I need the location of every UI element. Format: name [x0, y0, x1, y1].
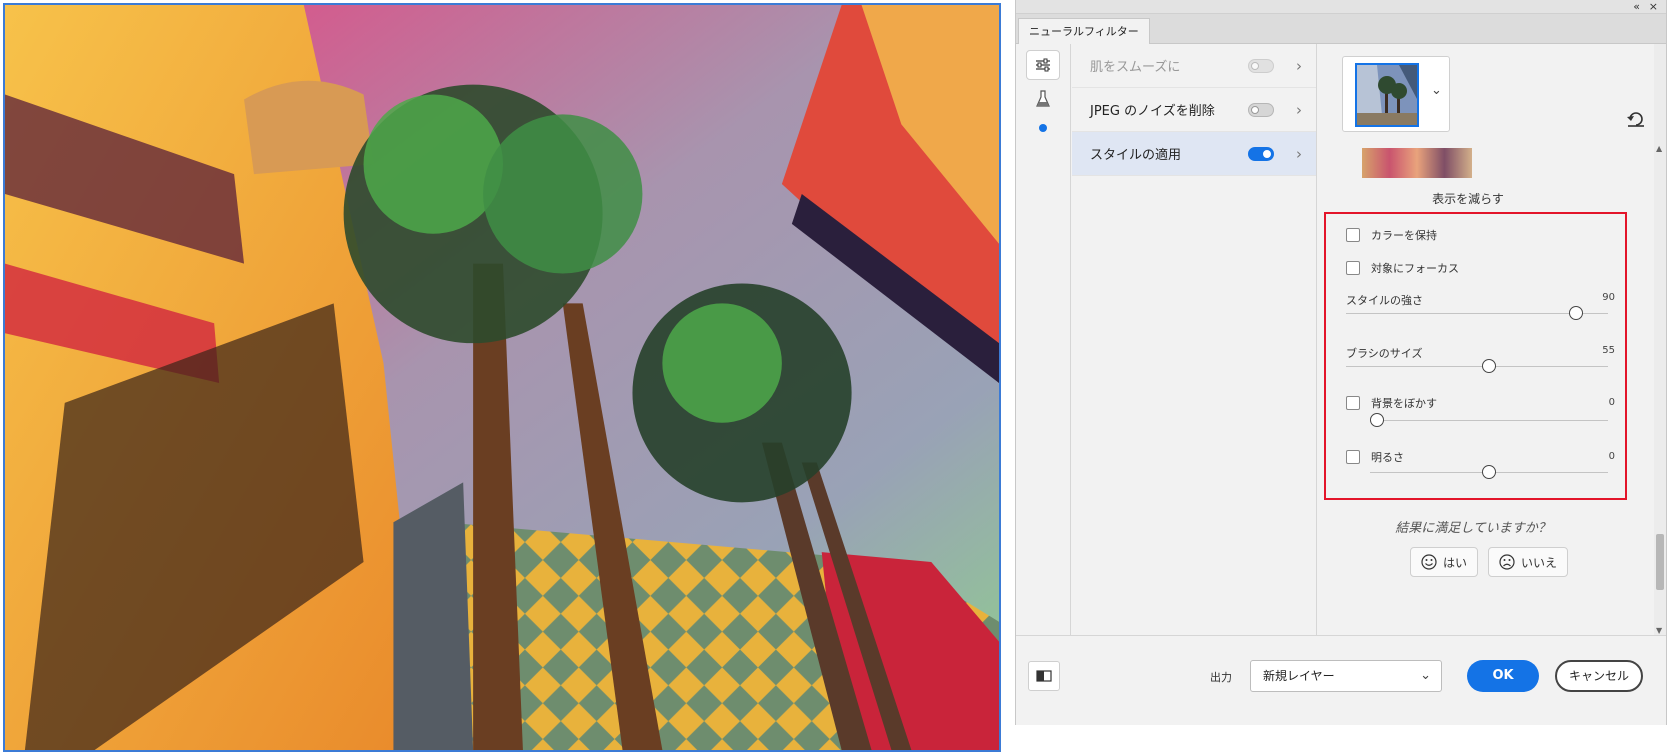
photoshop-workspace: « × ニューラルフィルター 肌をスムーズに › JPEG のノイズを削除 › … — [0, 0, 1667, 755]
sliders-icon — [1036, 58, 1050, 72]
collapse-icon[interactable]: « — [1633, 0, 1640, 14]
keep-color-row[interactable]: カラーを保持 — [1346, 226, 1437, 244]
stylized-photo — [5, 5, 999, 750]
brush-size-slider[interactable] — [1346, 366, 1608, 367]
chevron-right-icon[interactable]: › — [1296, 144, 1302, 164]
style-picker[interactable]: ⌄ — [1342, 56, 1450, 132]
show-less-link[interactable]: 表示を減らす — [1318, 190, 1618, 207]
filter-category-rail — [1016, 44, 1071, 635]
panel-footer: 出力 新規レイヤー ⌄ OK キャンセル — [1016, 635, 1666, 725]
settings-scrollbar[interactable]: ▲ ▼ — [1654, 44, 1666, 635]
brightness-value: 0 — [1608, 451, 1615, 462]
toggle-knob — [1263, 150, 1271, 158]
filter-list: 肌をスムーズに › JPEG のノイズを削除 › スタイルの適用 › — [1072, 44, 1317, 635]
keep-color-label: カラーを保持 — [1371, 229, 1437, 242]
feedback-yes-button[interactable]: はい — [1410, 547, 1479, 577]
document-canvas[interactable] — [3, 3, 1001, 752]
brightness-row[interactable]: 明るさ — [1346, 448, 1404, 466]
undo-arrow-icon — [1627, 112, 1644, 127]
filter-label: スタイルの適用 — [1090, 148, 1182, 163]
panel-body: 肌をスムーズに › JPEG のノイズを削除 › スタイルの適用 › ⌄ 表示を… — [1016, 44, 1666, 635]
focus-subject-checkbox[interactable] — [1346, 261, 1360, 275]
all-filters-button[interactable] — [1026, 50, 1060, 80]
chevron-right-icon[interactable]: › — [1296, 56, 1302, 76]
style-strength-label: スタイルの強さ — [1346, 294, 1423, 307]
focus-subject-row[interactable]: 対象にフォーカス — [1346, 259, 1459, 277]
panel-tab-strip: ニューラルフィルター — [1016, 14, 1666, 44]
feedback-yes-label: はい — [1443, 555, 1468, 570]
filter-label: JPEG のノイズを削除 — [1090, 104, 1215, 119]
tab-neural-filters[interactable]: ニューラルフィルター — [1018, 18, 1150, 44]
beta-filters-button[interactable] — [1034, 88, 1052, 110]
cancel-button[interactable]: キャンセル — [1555, 660, 1643, 692]
style-strength-knob[interactable] — [1569, 306, 1584, 320]
active-filters-indicator — [1039, 124, 1047, 132]
style-reference-strip — [1362, 148, 1472, 178]
output-value: 新規レイヤー — [1263, 669, 1335, 683]
filter-settings: ⌄ 表示を減らす カラーを保持 対象にフォーカス スタイルの強さ 90 ブラシの… — [1318, 44, 1666, 635]
smile-icon — [1421, 554, 1437, 570]
blur-background-checkbox[interactable] — [1346, 396, 1360, 410]
chevron-down-icon[interactable]: ⌄ — [1431, 83, 1442, 98]
jpeg-artifacts-toggle[interactable] — [1248, 103, 1274, 117]
thumbnail-image — [1357, 65, 1417, 125]
filter-label: 肌をスムーズに — [1090, 60, 1181, 75]
style-transfer-toggle[interactable] — [1248, 147, 1274, 161]
neural-filters-panel: « × ニューラルフィルター 肌をスムーズに › JPEG のノイズを削除 › … — [1015, 0, 1667, 725]
toggle-knob — [1251, 106, 1259, 114]
output-select[interactable]: 新規レイヤー ⌄ — [1250, 660, 1442, 692]
workspace-bottom — [1015, 725, 1667, 755]
chevron-down-icon: ⌄ — [1420, 668, 1431, 683]
scroll-up-icon[interactable]: ▲ — [1656, 144, 1662, 153]
blur-background-value: 0 — [1608, 397, 1615, 408]
workspace-gap — [1001, 0, 1015, 755]
output-label: 出力 — [1210, 671, 1232, 684]
blur-background-row[interactable]: 背景をぼかす — [1346, 394, 1437, 412]
brightness-label: 明るさ — [1371, 451, 1404, 464]
blur-background-slider[interactable] — [1370, 420, 1608, 421]
brush-size-value: 55 — [1602, 345, 1615, 356]
focus-subject-label: 対象にフォーカス — [1371, 262, 1459, 275]
highlight-box: カラーを保持 対象にフォーカス スタイルの強さ 90 ブラシのサイズ 55 背景… — [1324, 212, 1627, 500]
feedback-no-label: いいえ — [1521, 555, 1558, 570]
scroll-thumb[interactable] — [1656, 534, 1664, 590]
before-after-button[interactable] — [1028, 661, 1060, 691]
blur-background-label: 背景をぼかす — [1371, 397, 1437, 410]
ok-button[interactable]: OK — [1467, 660, 1539, 692]
split-view-icon — [1036, 670, 1052, 682]
feedback-question: 結果に満足していますか？ — [1395, 521, 1551, 536]
brush-size-label: ブラシのサイズ — [1346, 347, 1423, 360]
filter-jpeg-artifacts[interactable]: JPEG のノイズを削除 › — [1072, 88, 1316, 132]
chevron-right-icon[interactable]: › — [1296, 100, 1302, 120]
skin-smoothing-toggle[interactable] — [1248, 59, 1274, 73]
style-strength-value: 90 — [1602, 292, 1615, 303]
keep-color-checkbox[interactable] — [1346, 228, 1360, 242]
filter-style-transfer[interactable]: スタイルの適用 › — [1072, 132, 1316, 176]
brightness-checkbox[interactable] — [1346, 450, 1360, 464]
close-icon[interactable]: × — [1649, 0, 1658, 14]
blur-background-knob[interactable] — [1370, 413, 1384, 427]
filter-skin-smoothing[interactable]: 肌をスムーズに › — [1072, 44, 1316, 88]
scroll-down-icon[interactable]: ▼ — [1656, 626, 1662, 635]
toggle-knob — [1251, 62, 1259, 70]
feedback-no-button[interactable]: いいえ — [1488, 547, 1569, 577]
style-thumbnail[interactable] — [1355, 63, 1419, 127]
frown-icon — [1499, 554, 1515, 570]
reset-icon[interactable] — [1626, 110, 1646, 130]
brightness-knob[interactable] — [1482, 465, 1496, 479]
brush-size-knob[interactable] — [1482, 359, 1497, 373]
flask-icon — [1036, 90, 1050, 107]
panel-titlebar: « × — [1016, 0, 1666, 14]
